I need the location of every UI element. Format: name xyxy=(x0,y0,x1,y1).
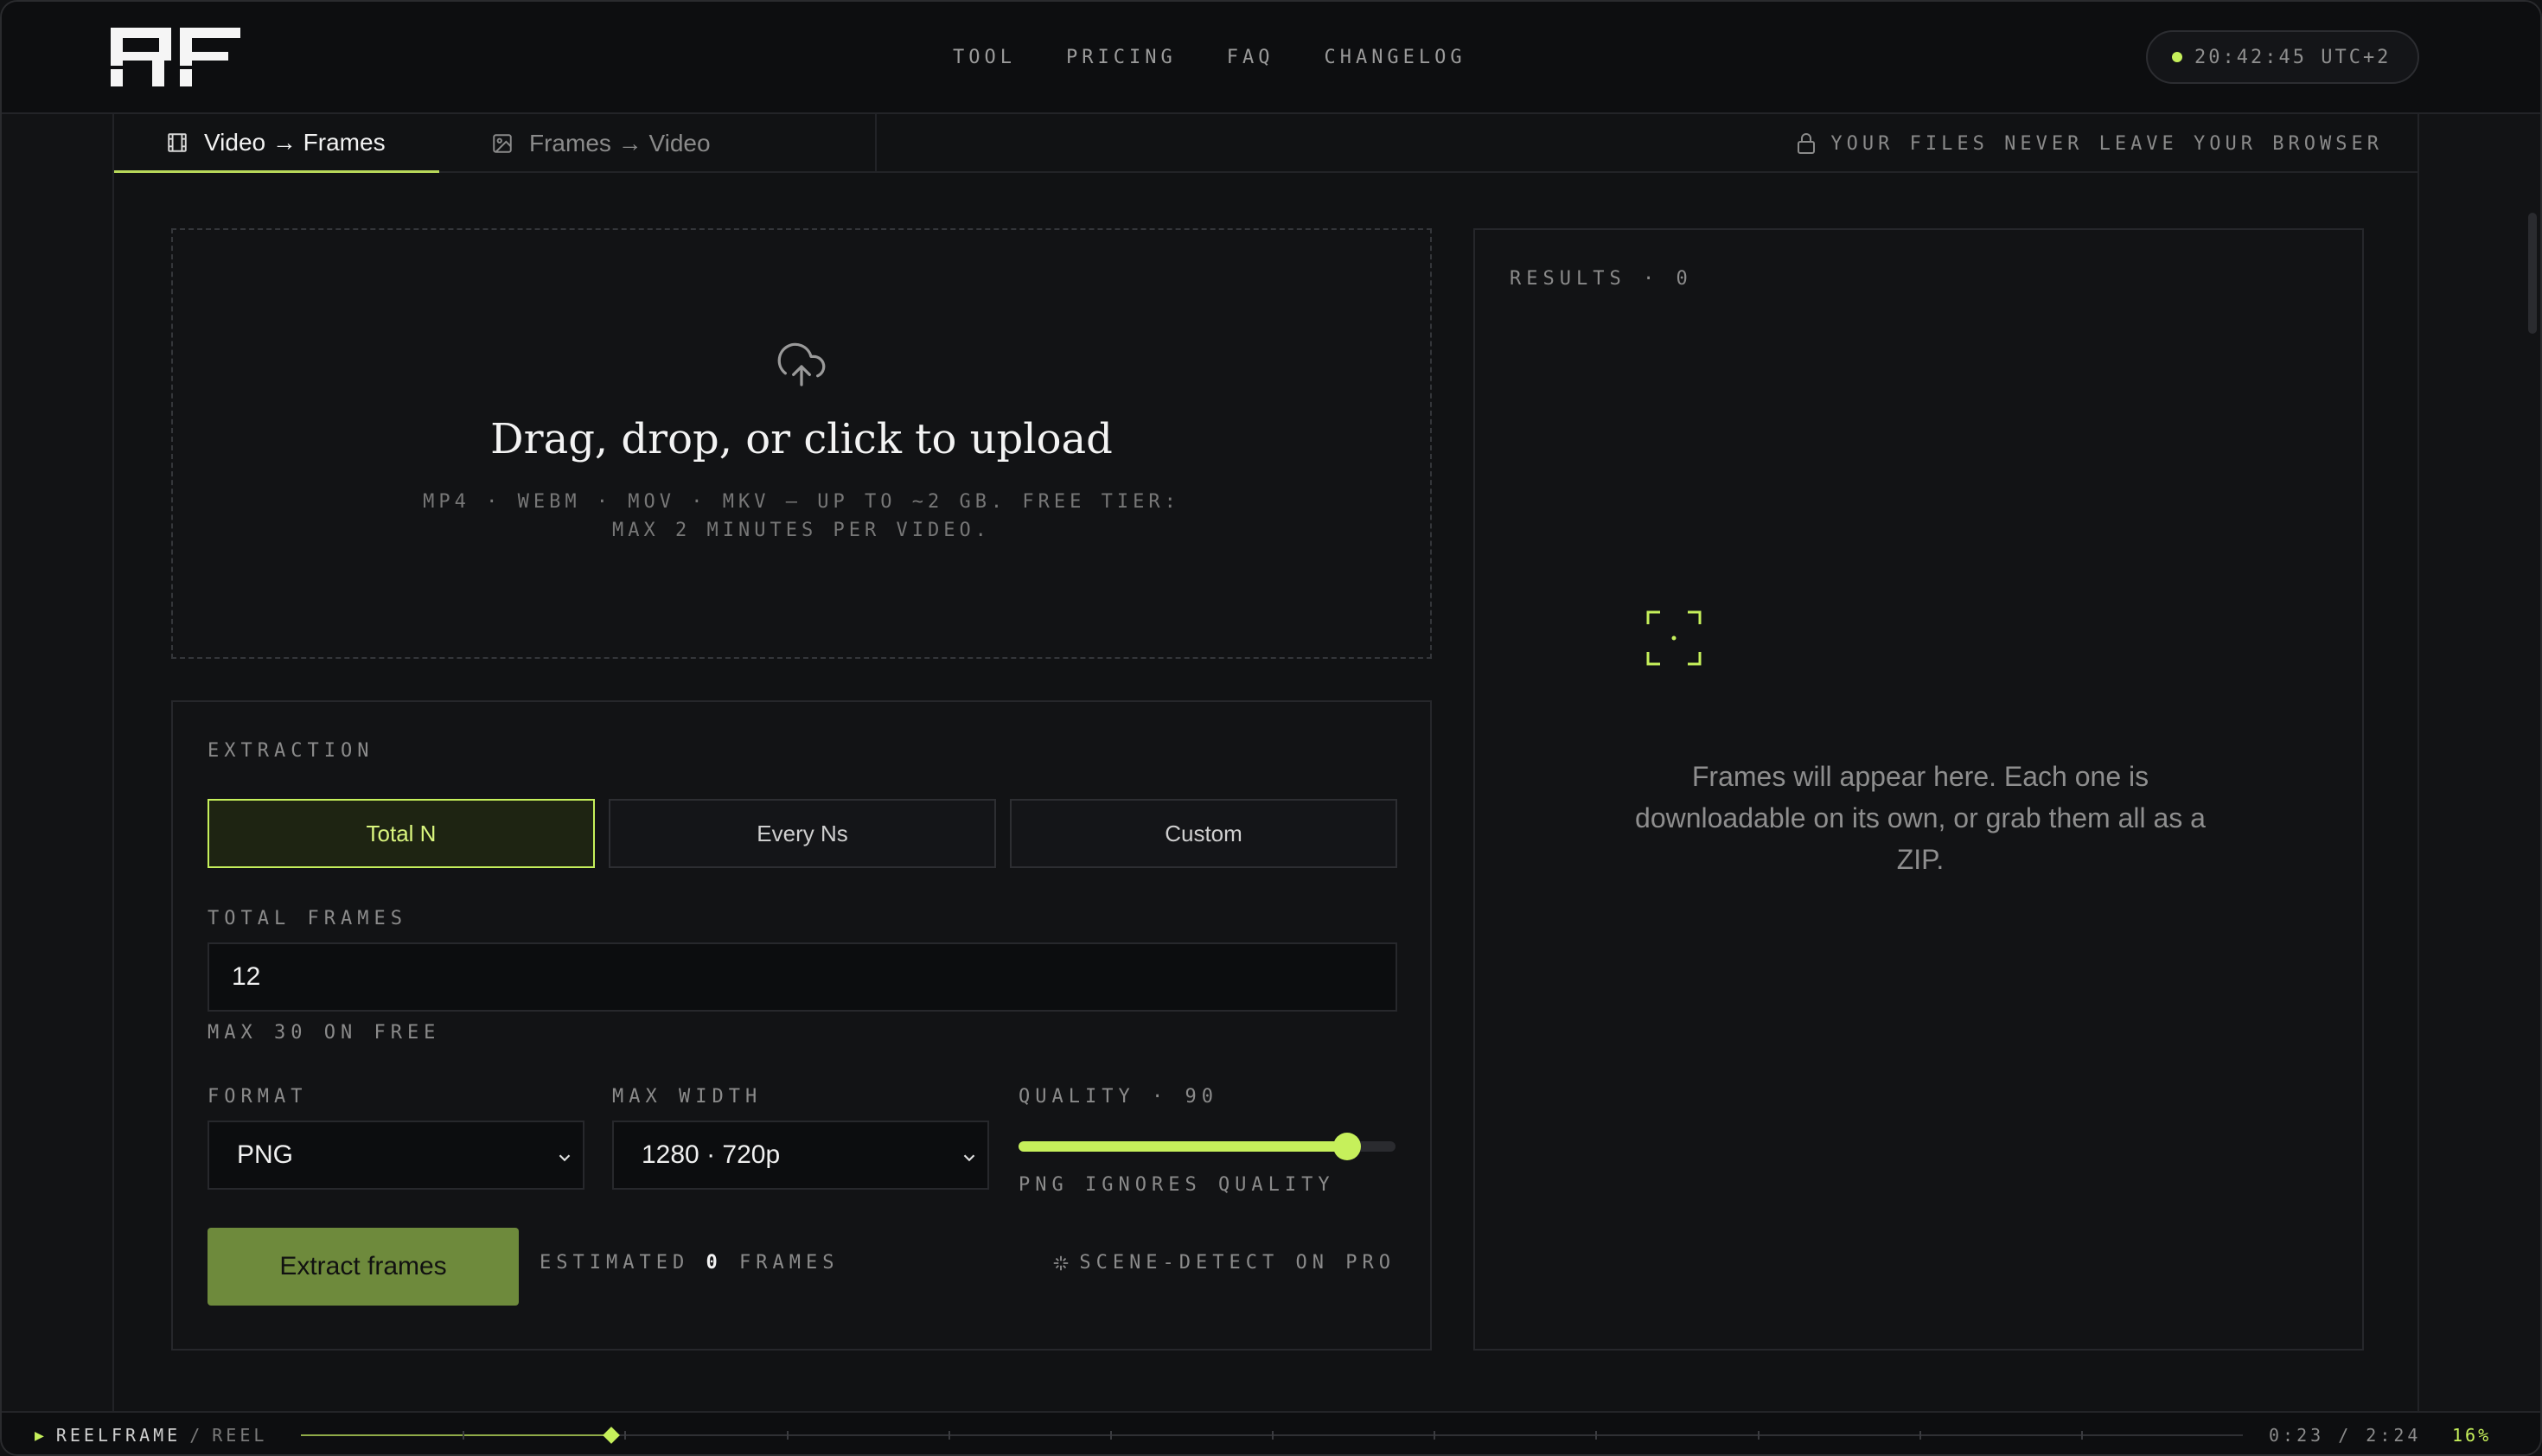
estimated-count: 0 xyxy=(706,1252,723,1274)
estimated-frames: ESTIMATED 0 FRAMES xyxy=(540,1252,839,1274)
timeline-tick xyxy=(1272,1431,1274,1440)
extraction-card: EXTRACTION Total N Every Ns Custom TOTAL… xyxy=(171,700,1432,1351)
quality-slider[interactable] xyxy=(1019,1129,1396,1164)
app-window: TOOL PRICING FAQ CHANGELOG 20:42:45 UTC+… xyxy=(0,0,2542,1456)
lock-icon xyxy=(1798,133,1816,154)
tab-label: Frames → Video xyxy=(529,130,711,156)
timeline-tick xyxy=(1595,1431,1598,1440)
tab-video-to-frames[interactable]: Video → Frames xyxy=(114,114,439,173)
timeline-tick xyxy=(948,1431,950,1440)
privacy-text: YOUR FILES NEVER LEAVE YOUR BROWSER xyxy=(1830,132,2383,155)
total-frames-input[interactable]: 12 xyxy=(208,942,1397,1012)
timeline-tick xyxy=(463,1431,465,1440)
timeline-separator: / xyxy=(189,1425,204,1446)
estimated-suffix: FRAMES xyxy=(738,1252,840,1274)
extract-frames-button[interactable]: Extract frames xyxy=(208,1228,519,1306)
film-icon xyxy=(168,132,187,152)
total-frames-hint: MAX 30 ON FREE xyxy=(208,1022,441,1044)
slider-fill xyxy=(1019,1141,1347,1152)
max-width-label: MAX WIDTH xyxy=(612,1086,763,1108)
tab-frames-to-video[interactable]: Frames → Video xyxy=(439,114,877,173)
timeline-progress xyxy=(301,1434,612,1436)
nav-changelog[interactable]: CHANGELOG xyxy=(1324,47,1466,68)
timeline-tick xyxy=(1109,1431,1112,1440)
cloud-upload-icon xyxy=(777,342,826,386)
tab-label: Video → Frames xyxy=(204,128,386,156)
play-icon[interactable]: ▶ xyxy=(35,1427,48,1445)
clock-badge: 20:42:45 UTC+2 xyxy=(2146,30,2419,84)
privacy-note: YOUR FILES NEVER LEAVE YOUR BROWSER xyxy=(1796,114,2383,173)
upload-dropzone[interactable]: Drag, drop, or click to upload MP4 · WEB… xyxy=(171,228,1432,659)
timeline-brand-name: REELFRAME xyxy=(55,1425,182,1446)
focus-frame-icon xyxy=(1646,610,1702,666)
page-scrollbar[interactable] xyxy=(2528,213,2537,334)
top-header: TOOL PRICING FAQ CHANGELOG 20:42:45 UTC+… xyxy=(2,2,2540,114)
total-frames-value: 12 xyxy=(232,962,261,991)
quality-hint: PNG IGNORES QUALITY xyxy=(1019,1174,1335,1196)
slider-thumb[interactable] xyxy=(1332,1133,1361,1160)
upload-title: Drag, drop, or click to upload xyxy=(490,415,1113,463)
timeline-tick xyxy=(1434,1431,1436,1440)
timeline-percent: 16% xyxy=(2452,1425,2492,1446)
sparkle-icon xyxy=(1054,1255,1069,1270)
format-label: FORMAT xyxy=(208,1086,308,1108)
nav-tool[interactable]: TOOL xyxy=(953,47,1016,68)
image-icon xyxy=(493,134,512,153)
total-frames-label: TOTAL FRAMES xyxy=(208,908,407,929)
logo-icon[interactable] xyxy=(111,28,240,86)
mode-every-ns-button[interactable]: Every Ns xyxy=(609,799,996,868)
timeline-tick xyxy=(1919,1431,1921,1440)
max-width-select[interactable]: 1280 · 720p xyxy=(612,1121,989,1190)
mode-tabs: Video → Frames Frames → Video YOUR FILES… xyxy=(114,114,2417,173)
clock-text: 20:42:45 UTC+2 xyxy=(2194,46,2392,68)
timeline-tick xyxy=(1757,1431,1760,1440)
timeline-tick xyxy=(2080,1431,2083,1440)
timeline-tick xyxy=(786,1431,789,1440)
timeline-playhead[interactable] xyxy=(603,1427,621,1444)
quality-label: QUALITY · 90 xyxy=(1019,1086,1218,1108)
estimated-prefix: ESTIMATED xyxy=(540,1252,690,1274)
results-panel: RESULTS · 0 Frames will appear here. Eac… xyxy=(1473,228,2364,1351)
main-nav: TOOL PRICING FAQ CHANGELOG xyxy=(953,47,1466,68)
chevron-down-icon xyxy=(963,1154,975,1162)
main-panel: Video → Frames Frames → Video YOUR FILES… xyxy=(112,114,2419,1411)
mode-custom-button[interactable]: Custom xyxy=(1010,799,1397,868)
nav-pricing[interactable]: PRICING xyxy=(1066,47,1177,68)
timeline-sub: REEL xyxy=(212,1425,268,1446)
format-select[interactable]: PNG xyxy=(208,1121,584,1190)
results-empty-text: Frames will appear here. Each one is dow… xyxy=(1635,761,2206,875)
timeline-bar: ▶ REELFRAME / REEL 0:23 / 2:24 16% xyxy=(2,1411,2540,1454)
chevron-down-icon xyxy=(559,1154,571,1162)
mode-total-n-button[interactable]: Total N xyxy=(208,799,595,868)
status-dot-icon xyxy=(2172,52,2182,62)
extraction-heading: EXTRACTION xyxy=(208,740,374,762)
format-value: PNG xyxy=(237,1140,294,1169)
nav-faq[interactable]: FAQ xyxy=(1227,47,1274,68)
upload-subtitle: MP4 · WEBM · MOV · MKV — UP TO ~2 GB. FR… xyxy=(423,491,1180,541)
timeline-tick xyxy=(624,1431,627,1440)
timeline-time: 0:23 / 2:24 xyxy=(2269,1425,2422,1446)
scene-detect-note[interactable]: SCENE-DETECT ON PRO xyxy=(1051,1252,1396,1274)
scene-detect-text: SCENE-DETECT ON PRO xyxy=(1079,1252,1396,1274)
max-width-value: 1280 · 720p xyxy=(642,1140,781,1169)
results-heading: RESULTS · 0 xyxy=(1510,268,1693,290)
timeline-brand: ▶ REELFRAME / REEL xyxy=(35,1425,267,1446)
